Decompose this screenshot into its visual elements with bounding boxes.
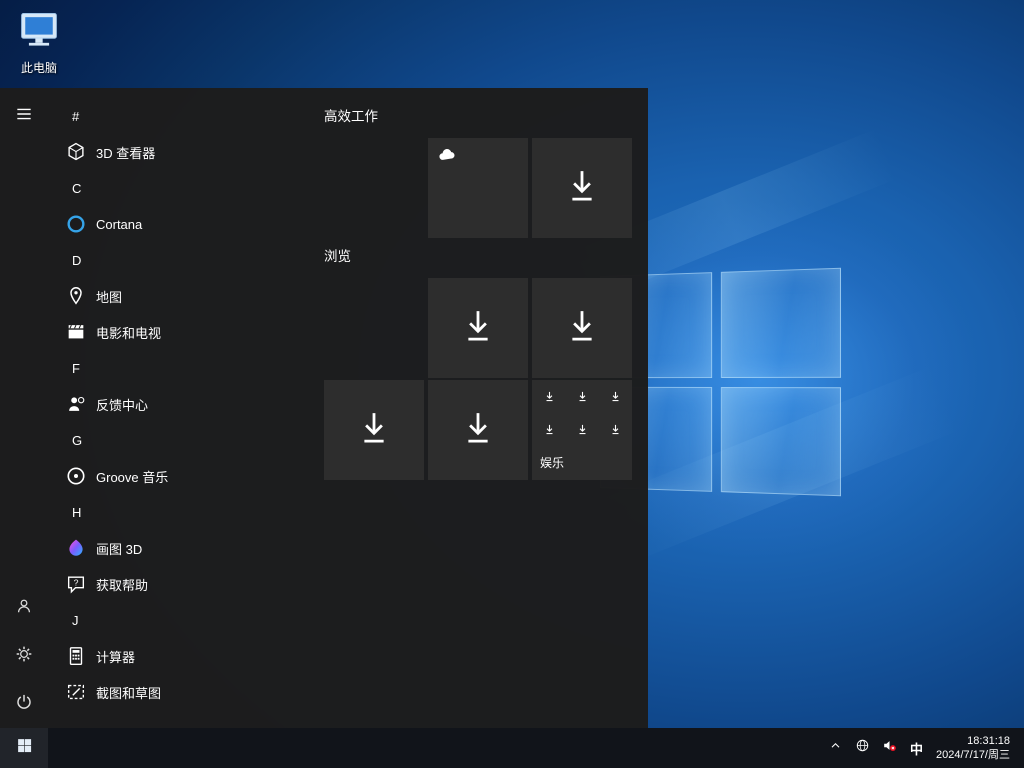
ime-indicator[interactable]: 中 <box>903 728 930 768</box>
volume-button[interactable] <box>876 728 903 768</box>
download-arrow-icon <box>457 305 499 352</box>
download-arrow-icon <box>561 165 603 212</box>
tile-onedrive[interactable] <box>428 138 528 238</box>
tile-pending-install[interactable] <box>532 278 632 378</box>
windows-logo-icon <box>16 737 33 759</box>
download-arrow-icon <box>457 407 499 454</box>
start-menu: # 3D 查看器 C Cortana D 地图 <box>0 88 648 728</box>
tile-pending-install[interactable] <box>428 278 528 378</box>
tile-folder-entertainment[interactable]: 娱乐 <box>532 380 632 480</box>
clock-time: 18:31:18 <box>936 734 1010 748</box>
desktop-icon-this-pc[interactable]: 此电脑 <box>10 8 68 76</box>
tray-overflow-button[interactable] <box>822 728 849 768</box>
pending-install-mini-icons <box>543 390 623 436</box>
screen: 此电脑 <box>0 0 1024 768</box>
tile-pending-install[interactable] <box>532 138 632 238</box>
this-pc-icon <box>17 39 61 56</box>
tile-group-header-productivity[interactable]: 高效工作 <box>324 106 378 128</box>
taskbar: 中 18:31:18 2024/7/17/周三 <box>0 728 1024 768</box>
tile-group-header-browse[interactable]: 浏览 <box>324 246 351 268</box>
system-tray: 中 18:31:18 2024/7/17/周三 <box>822 728 1024 768</box>
network-button[interactable] <box>849 728 876 768</box>
volume-muted-icon <box>881 737 898 759</box>
tile-area: 高效工作 浏览 <box>0 88 648 728</box>
desktop-icon-label: 此电脑 <box>10 59 68 76</box>
tile-group-header-entertainment: 娱乐 <box>540 454 564 471</box>
clock-date: 2024/7/17/周三 <box>936 748 1010 762</box>
globe-network-icon <box>854 737 871 759</box>
taskbar-clock[interactable]: 18:31:18 2024/7/17/周三 <box>930 734 1018 762</box>
onedrive-cloud-icon <box>437 147 457 167</box>
download-arrow-icon <box>353 407 395 454</box>
download-arrow-icon <box>561 305 603 352</box>
chevron-up-icon <box>827 737 844 759</box>
tile-pending-install[interactable] <box>324 380 424 480</box>
start-button[interactable] <box>0 728 48 768</box>
tile-pending-install[interactable] <box>428 380 528 480</box>
